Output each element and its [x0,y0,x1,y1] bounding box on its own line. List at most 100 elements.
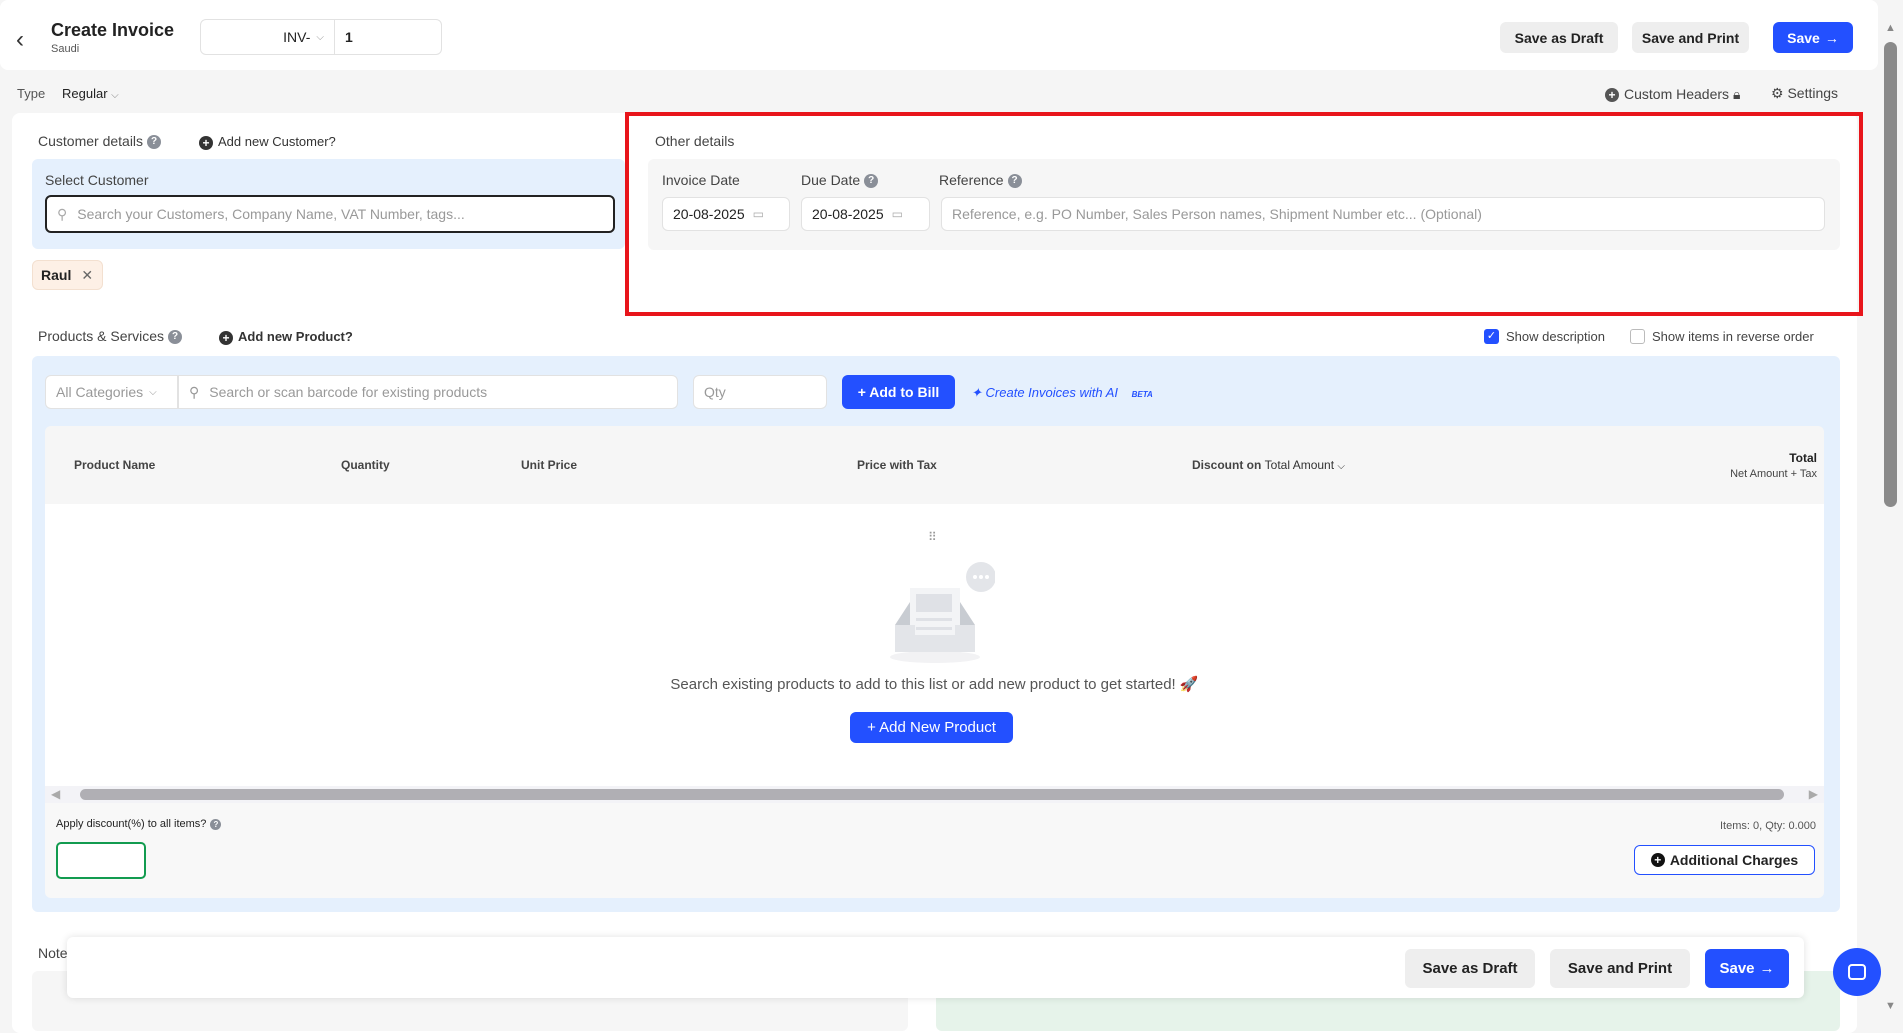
chat-icon [1848,964,1866,980]
save-draft-button[interactable]: Save as Draft [1500,22,1618,53]
due-date-label-text: Due Date [801,172,861,188]
invoice-number-input[interactable]: 1 [334,19,442,55]
reference-label: Reference? [939,172,1022,189]
custom-headers-link[interactable]: + Custom Headers 🔒︎ [1605,86,1740,103]
reverse-order-checkbox[interactable]: Show items in reverse order [1630,329,1814,344]
scroll-right-icon[interactable]: ▶ [1809,787,1818,801]
product-search-placeholder: Search or scan barcode for existing prod… [209,384,488,400]
customer-title: Customer details? [38,133,162,150]
chevron-down-icon: ⌵ [111,90,119,101]
additional-charges-button[interactable]: + Additional Charges [1634,845,1815,875]
due-date-label: Due Date? [801,172,879,189]
checkbox-checked-icon: ✓ [1484,329,1499,344]
calendar-icon: ▭ [891,207,903,221]
invoice-prefix-select[interactable]: INV- ⌵ [200,19,335,55]
category-value: All Categories [56,384,144,400]
show-description-label: Show description [1506,329,1605,344]
save-print-button[interactable]: Save and Print [1632,22,1749,53]
add-customer-link[interactable]: + Add new Customer? [199,134,336,150]
customer-name: Raul [41,267,72,283]
save-button[interactable]: Save → [1773,22,1853,53]
select-customer-label: Select Customer [45,172,149,188]
arrow-right-icon: → [1824,29,1839,46]
invoice-number: 1 [345,29,353,45]
discount-all-input[interactable] [56,842,146,879]
col-discount: Discount on Total Amount ⌵ [1192,458,1345,472]
items-summary: Items: 0, Qty: 0.000 [1720,820,1816,832]
plus-circle-icon: + [1650,853,1665,867]
qty-placeholder: Qty [704,384,726,400]
reference-placeholder: Reference, e.g. PO Number, Sales Person … [952,206,1482,222]
add-new-product-button[interactable]: + Add New Product [850,712,1013,743]
settings-link[interactable]: ⚙ Settings [1771,85,1838,102]
type-select[interactable]: Regular ⌵ [62,86,119,101]
invoice-date-value: 20-08-2025 [673,206,745,222]
empty-state-text: Search existing products to add to this … [670,676,1199,693]
empty-inbox-illustration [890,562,995,663]
apply-discount-text: Apply discount(%) to all items? [56,818,207,830]
scrollbar-thumb[interactable] [80,789,1784,800]
reference-label-text: Reference [939,172,1004,188]
page-scrollbar-thumb[interactable] [1884,42,1897,507]
col-product-name: Product Name [74,458,156,472]
footer-save-draft-button[interactable]: Save as Draft [1405,949,1535,988]
show-description-checkbox[interactable]: ✓ Show description [1484,329,1605,344]
help-icon: ? [147,135,162,150]
other-details-title: Other details [655,133,735,149]
discount-type-select[interactable]: Total Amount ⌵ [1265,458,1345,472]
checkbox-icon [1630,329,1645,344]
help-icon: ? [210,818,222,830]
search-icon: ⚲ [57,205,68,222]
help-icon: ? [1007,174,1022,189]
chat-support-button[interactable] [1833,948,1881,996]
add-product-label: Add new Product? [238,329,353,344]
due-date-input[interactable]: 20-08-2025 ▭ [801,197,930,231]
gear-icon: ⚙ [1771,85,1784,101]
plus-circle-icon: + [1605,88,1619,103]
beta-badge: BETA [1131,390,1153,399]
add-product-link[interactable]: + Add new Product? [219,329,353,345]
add-to-bill-button[interactable]: + Add to Bill [842,375,955,409]
col-quantity: Quantity [341,458,390,472]
products-title: Products & Services? [38,328,183,345]
scroll-down-icon[interactable]: ▼ [1885,1000,1896,1012]
arrow-right-icon: → [1759,960,1775,977]
additional-charges-label: Additional Charges [1669,852,1799,868]
ai-label: Create Invoices with AI [985,385,1118,400]
invoice-date-label: Invoice Date [662,172,740,188]
create-with-ai-link[interactable]: ✦ Create Invoices with AI BETA [971,385,1153,401]
plus-circle-icon: + [199,135,213,150]
qty-input[interactable]: Qty [693,375,827,409]
horizontal-scrollbar[interactable]: ◀ ▶ [45,786,1824,803]
scroll-up-icon[interactable]: ▲ [1885,22,1896,34]
add-customer-label: Add new Customer? [218,134,336,149]
reference-textarea[interactable]: Reference, e.g. PO Number, Sales Person … [941,197,1825,231]
chevron-down-icon: ⌵ [1337,461,1345,472]
footer-save-print-button[interactable]: Save and Print [1550,949,1690,988]
page-title: Create Invoice [51,20,175,40]
scroll-left-icon[interactable]: ◀ [51,787,60,801]
customer-search-input[interactable]: ⚲ Search your Customers, Company Name, VA… [45,195,615,233]
footer-save-button[interactable]: Save → [1705,949,1789,988]
drag-handle-icon[interactable]: ⠿ [928,530,937,544]
floating-action-bar [67,937,1804,998]
save-label: Save [1787,29,1820,46]
type-value: Regular [62,86,108,101]
discount-type-value: Total Amount [1264,458,1335,472]
type-label: Type [17,86,46,101]
product-search-input[interactable]: ⚲ Search or scan barcode for existing pro… [178,375,678,409]
invoice-date-input[interactable]: 20-08-2025 ▭ [662,197,790,231]
page-scrollbar[interactable]: ▲ ▼ [1881,22,1900,1012]
plus-circle-icon: + [219,330,233,345]
calendar-icon: ▭ [752,207,764,221]
search-icon: ⚲ [189,383,200,400]
help-icon: ? [864,174,879,189]
category-select[interactable]: All Categories ⌵ [45,375,178,409]
chevron-down-icon: ⌵ [149,386,157,398]
close-icon[interactable]: ✕ [81,267,93,284]
items-table-footer [45,803,1824,898]
customer-chip: Raul ✕ [32,260,103,290]
apply-discount-label: Apply discount(%) to all items?? [56,818,222,830]
back-icon[interactable]: ‹ [16,26,24,54]
discount-on-label: Discount on [1192,458,1262,472]
